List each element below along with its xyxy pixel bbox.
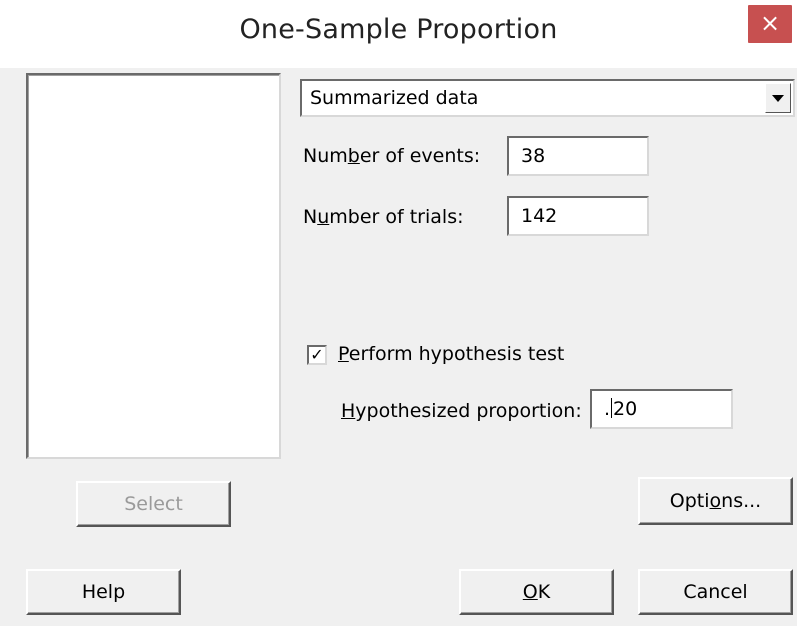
cancel-button[interactable]: Cancel <box>638 569 793 615</box>
title-bar: One-Sample Proportion × <box>0 0 797 68</box>
perform-hypothesis-test-checkbox[interactable]: ✓ <box>307 345 327 365</box>
data-mode-dropdown[interactable]: Summarized data <box>300 79 795 117</box>
select-button[interactable]: Select <box>76 481 231 527</box>
options-button[interactable]: Options... <box>638 477 793 525</box>
ok-button-label: OK <box>522 581 551 603</box>
hypothesized-proportion-input[interactable]: . 20 <box>590 389 733 429</box>
options-button-label: Options... <box>669 490 762 512</box>
help-button[interactable]: Help <box>26 569 181 615</box>
hypothesized-proportion-label: Hypothesized proportion: <box>341 400 582 422</box>
number-of-trials-input[interactable]: 142 <box>507 196 649 236</box>
chevron-down-icon[interactable] <box>765 83 791 113</box>
number-of-events-input[interactable]: 38 <box>507 136 649 176</box>
variable-listbox[interactable] <box>26 73 281 459</box>
close-button[interactable]: × <box>748 5 792 43</box>
close-icon: × <box>759 9 781 37</box>
number-of-events-label: Number of events: <box>303 145 481 167</box>
text-cursor <box>611 398 613 418</box>
ok-button[interactable]: OK <box>459 569 614 615</box>
data-mode-value: Summarized data <box>310 87 479 109</box>
number-of-trials-label: Number of trials: <box>303 206 464 228</box>
dialog-title: One-Sample Proportion <box>239 14 558 45</box>
select-button-label: Select <box>124 493 183 515</box>
perform-hypothesis-test-label[interactable]: Perform hypothesis test <box>338 343 564 365</box>
help-button-label: Help <box>81 581 126 603</box>
cancel-button-label: Cancel <box>683 581 748 603</box>
check-icon: ✓ <box>310 345 324 364</box>
